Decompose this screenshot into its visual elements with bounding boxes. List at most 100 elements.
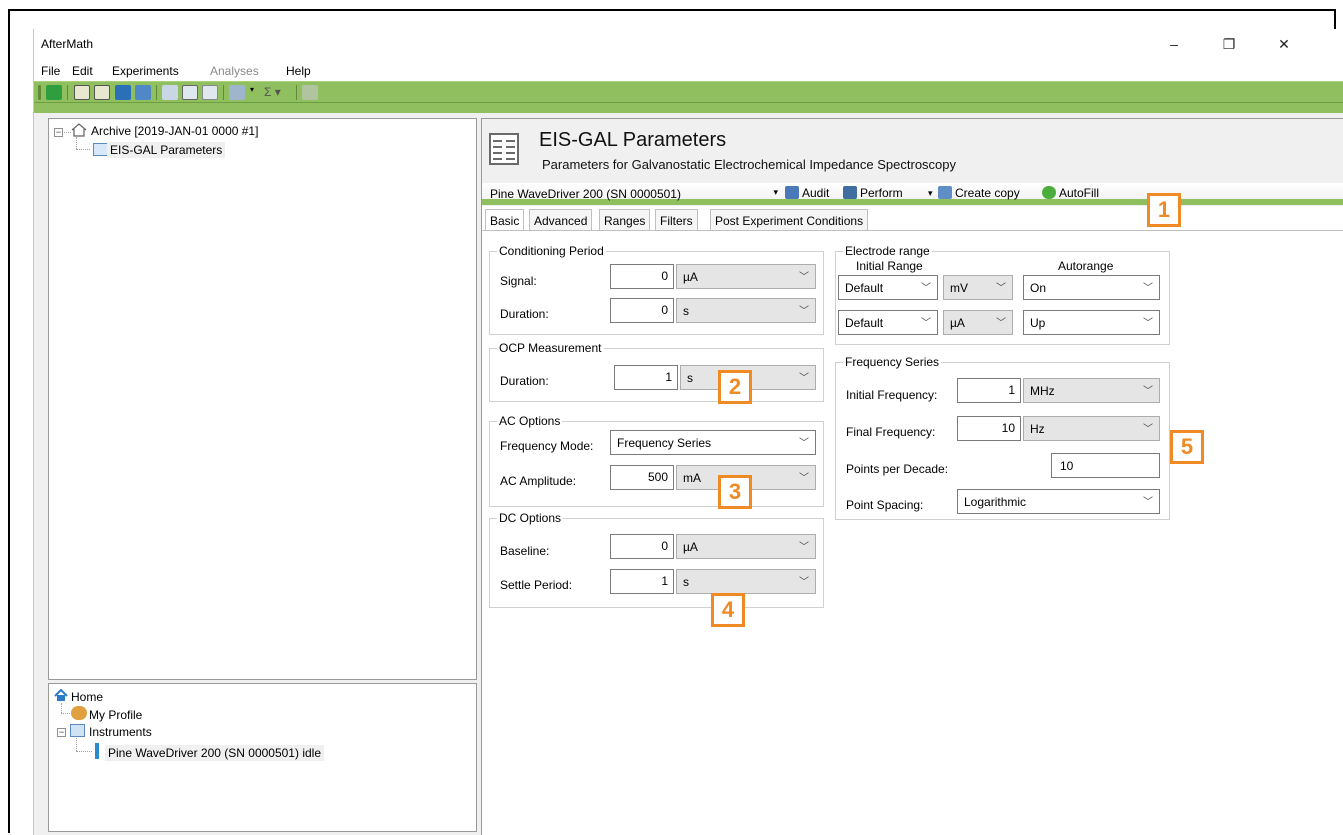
tab-filters[interactable]: Filters (655, 209, 698, 231)
tree-item-archive[interactable]: Archive [2019-JAN-01 0000 #1] (91, 124, 258, 138)
menu-file[interactable]: File (41, 64, 60, 78)
instrument-toolbar: Pine WaveDriver 200 (SN 0000501) ▾ Audit… (482, 181, 1343, 206)
perform-dropdown-arrow[interactable]: ▾ (928, 188, 933, 199)
archive-icon[interactable] (74, 85, 90, 100)
initial-frequency-unit-select[interactable]: MHz ﹀ (1023, 378, 1160, 403)
signal-unit-select[interactable]: µA ﹀ (676, 264, 816, 289)
print-icon[interactable] (135, 85, 151, 100)
perform-icon[interactable] (229, 85, 245, 100)
duration-input[interactable]: 0 (610, 298, 674, 323)
icon-line (493, 152, 502, 154)
tree-line (61, 703, 62, 713)
ac-options-group: AC Options Frequency Mode: Frequency Ser… (489, 414, 824, 507)
electrode-range-select-1[interactable]: Default ﹀ (838, 275, 938, 300)
tab-advanced[interactable]: Advanced (529, 209, 593, 231)
ac-amplitude-label: AC Amplitude: (500, 474, 577, 488)
perform-icon (843, 186, 857, 199)
copy-icon[interactable] (182, 85, 198, 100)
tab-basic[interactable]: Basic (485, 209, 525, 232)
autorange-header: Autorange (1058, 259, 1114, 273)
instrument-select[interactable]: Pine WaveDriver 200 (SN 0000501) ▾ (488, 184, 778, 204)
autofill-button[interactable]: AutoFill (1042, 186, 1099, 200)
toolbar-separator (296, 85, 297, 100)
point-spacing-select[interactable]: Logarithmic ﹀ (957, 489, 1160, 514)
point-spacing-value: Logarithmic (964, 495, 1027, 509)
frequency-mode-value: Frequency Series (617, 436, 712, 450)
settle-period-unit-select[interactable]: s ﹀ (676, 569, 816, 594)
create-copy-button[interactable]: Create copy (938, 186, 1020, 200)
initial-range-header: Initial Range (856, 259, 923, 273)
close-button[interactable]: ✕ (1269, 33, 1299, 55)
menu-experiments[interactable]: Experiments (112, 64, 179, 78)
maximize-button[interactable]: ❐ (1214, 33, 1244, 55)
baseline-input[interactable]: 0 (610, 534, 674, 559)
minimize-button[interactable]: – (1159, 33, 1189, 55)
electrode-range-select-2[interactable]: Default ﹀ (838, 310, 938, 335)
tab-post-experiment-conditions[interactable]: Post Experiment Conditions (710, 209, 869, 231)
chart-icon[interactable] (302, 85, 318, 100)
tree-item-instruments[interactable]: Instruments (89, 725, 152, 739)
baseline-label: Baseline: (500, 544, 550, 558)
final-frequency-label: Final Frequency: (846, 425, 936, 439)
collapse-icon[interactable]: − (54, 128, 63, 137)
electrode-unit-select-2[interactable]: µA ﹀ (943, 310, 1013, 335)
home-icon[interactable] (94, 85, 110, 100)
callout-marker-4: 4 (711, 593, 745, 627)
group-title: Conditioning Period (497, 244, 606, 258)
autorange-select-1[interactable]: On ﹀ (1023, 275, 1160, 300)
range-value: Default (845, 281, 884, 295)
app-window: AfterMath – ❐ ✕ File Edit Experiments An… (33, 29, 1343, 835)
save-icon[interactable] (115, 85, 131, 100)
initial-frequency-unit-value: MHz (1030, 384, 1055, 398)
duration-unit-select[interactable]: s ﹀ (676, 298, 816, 323)
icon-line (506, 146, 515, 148)
group-title: OCP Measurement (497, 341, 604, 355)
frequency-mode-select[interactable]: Frequency Series ﹀ (610, 430, 816, 455)
electrode-icon (95, 743, 99, 759)
ac-amplitude-input[interactable]: 500 (610, 465, 674, 490)
chevron-down-icon: ▾ (773, 187, 778, 197)
wand-icon[interactable] (162, 85, 178, 100)
perform-button[interactable]: Perform (843, 186, 903, 200)
chevron-down-icon: ﹀ (996, 318, 1006, 329)
baseline-unit-value: µA (683, 540, 698, 554)
basic-tab-content: Conditioning Period Signal: 0 µA ﹀ Durati… (482, 230, 1343, 835)
points-per-decade-input[interactable]: 10 (1051, 453, 1160, 478)
perform-label: Perform (860, 186, 903, 200)
group-title: Electrode range (843, 244, 932, 258)
tree-item-device[interactable]: Pine WaveDriver 200 (SN 0000501) idle (105, 745, 324, 761)
conditioning-period-group: Conditioning Period Signal: 0 µA ﹀ Durati… (489, 244, 824, 335)
tree-item-eis-gal-parameters[interactable]: EIS-GAL Parameters (107, 142, 226, 158)
collapse-icon[interactable]: − (57, 728, 66, 737)
final-frequency-unit-select[interactable]: Hz ﹀ (1023, 416, 1160, 441)
menu-edit[interactable]: Edit (72, 64, 93, 78)
baseline-unit-select[interactable]: µA ﹀ (676, 534, 816, 559)
signal-input[interactable]: 0 (610, 264, 674, 289)
chevron-down-icon: ﹀ (799, 542, 809, 553)
ocp-unit-value: s (687, 371, 693, 385)
settle-period-input[interactable]: 1 (610, 569, 674, 594)
chevron-down-icon: ﹀ (799, 438, 809, 449)
menu-bar: File Edit Experiments Analyses Help (34, 59, 1343, 81)
audit-label: Audit (802, 186, 830, 200)
paste-icon[interactable] (202, 85, 218, 100)
tree-item-home[interactable]: Home (71, 690, 103, 704)
tree-item-my-profile[interactable]: My Profile (89, 708, 142, 722)
toolbar-grip-icon (38, 85, 41, 100)
create-copy-label: Create copy (955, 186, 1020, 200)
electrode-unit-select-1[interactable]: mV ﹀ (943, 275, 1013, 300)
dropdown-arrow-icon[interactable]: ▾ (250, 85, 256, 100)
sigma-icon[interactable]: Σ ▾ (264, 85, 292, 100)
initial-frequency-input[interactable]: 1 (957, 378, 1021, 403)
autorange-select-2[interactable]: Up ﹀ (1023, 310, 1160, 335)
menu-analyses[interactable]: Analyses (210, 64, 259, 78)
back-icon[interactable] (46, 85, 62, 100)
dc-options-group: DC Options Baseline: 0 µA ﹀ Settle Period… (489, 511, 824, 608)
tree-line (76, 751, 92, 752)
tab-ranges[interactable]: Ranges (599, 209, 651, 231)
audit-button[interactable]: Audit (785, 186, 829, 200)
menu-help[interactable]: Help (286, 64, 311, 78)
ocp-duration-input[interactable]: 1 (614, 365, 678, 390)
final-frequency-input[interactable]: 10 (957, 416, 1021, 441)
ocp-measurement-group: OCP Measurement Duration: 1 s ﹀ (489, 341, 824, 402)
